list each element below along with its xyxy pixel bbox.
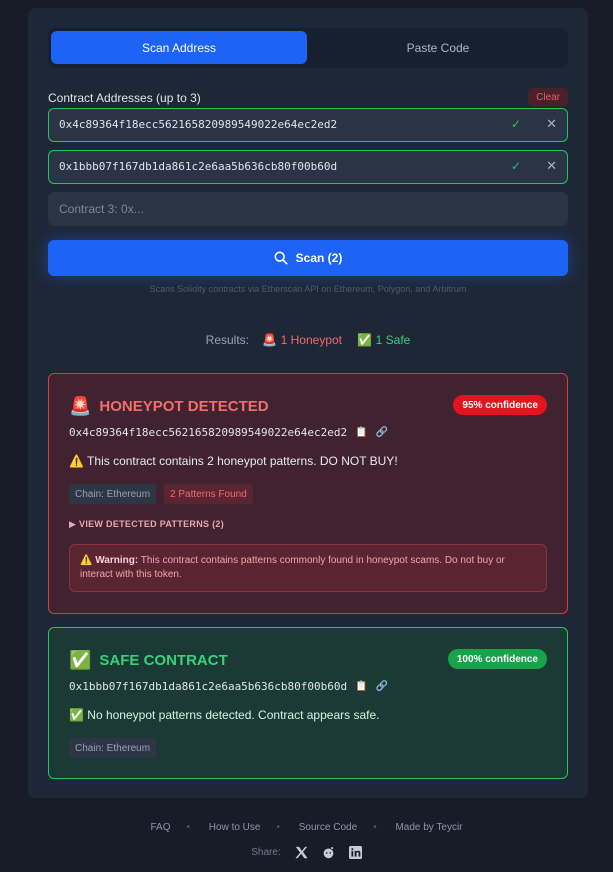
patterns-tag: 2 Patterns Found <box>164 484 253 504</box>
x-twitter-icon[interactable] <box>295 846 308 859</box>
honeypot-count: 🚨 1 Honeypot <box>262 333 343 347</box>
warning-text: This contract contains patterns commonly… <box>80 555 505 580</box>
check-mark-icon: ✅ <box>69 650 92 670</box>
copy-icon[interactable]: 📋 <box>355 427 367 438</box>
contract-address: 0x1bbb07f167db1da861c2e6aa5b636cb80f00b6… <box>69 680 348 693</box>
reddit-icon[interactable] <box>322 846 335 859</box>
view-patterns-toggle[interactable]: ▶ VIEW DETECTED PATTERNS (2) <box>69 519 224 530</box>
link-icon[interactable]: 🔗 <box>376 427 388 438</box>
address-value: 0x4c89364f18ecc562165820989549022e64ec2e… <box>59 118 338 131</box>
addresses-label: Contract Addresses (up to 3) <box>48 91 201 105</box>
warning-box: ⚠️ Warning: This contract contains patte… <box>69 544 547 592</box>
copy-icon[interactable]: 📋 <box>355 681 367 692</box>
contract-address: 0x4c89364f18ecc562165820989549022e64ec2e… <box>69 426 348 439</box>
remove-address-button[interactable]: ✕ <box>546 158 557 174</box>
check-icon: ✓ <box>510 117 521 131</box>
footer-links: FAQ • How to Use • Source Code • Made by Te… <box>150 822 463 833</box>
scanner-panel: Scan Address Paste Code Contract Address… <box>28 8 588 798</box>
chain-tag: Chain: Ethereum <box>69 738 157 758</box>
safe-result-card: ✅ SAFE CONTRACT 100% confidence 0x1bbb07… <box>48 627 568 779</box>
tab-paste-code[interactable]: Paste Code <box>310 31 566 64</box>
footer-link-faq[interactable]: FAQ <box>150 822 170 833</box>
siren-icon: 🚨 <box>69 396 92 416</box>
scan-button[interactable]: Scan (2) <box>48 240 568 276</box>
footer-link-how-to-use[interactable]: How to Use <box>209 822 261 833</box>
safe-count: ✅ 1 Safe <box>357 333 411 347</box>
share-label: Share: <box>251 847 281 858</box>
warning-title: ⚠️ Warning: <box>80 555 139 566</box>
result-title: HONEYPOT DETECTED <box>99 398 269 415</box>
linkedin-icon[interactable] <box>348 846 362 859</box>
address-input-1[interactable]: 0x4c89364f18ecc562165820989549022e64ec2e… <box>48 108 568 142</box>
result-message: ✅ No honeypot patterns detected. Contrac… <box>69 708 380 722</box>
results-summary: Results: 🚨 1 Honeypot ✅ 1 Safe <box>28 333 588 347</box>
clear-button[interactable]: Clear <box>528 88 568 106</box>
link-icon[interactable]: 🔗 <box>376 681 388 692</box>
honeypot-result-card: 🚨 HONEYPOT DETECTED 95% confidence 0x4c8… <box>48 373 568 614</box>
scan-hint: Scans Solidity contracts via Etherscan A… <box>149 284 467 294</box>
remove-address-button[interactable]: ✕ <box>546 116 557 132</box>
address-placeholder: Contract 3: 0x... <box>59 202 144 216</box>
footer-link-author[interactable]: Made by Teycir <box>395 822 462 833</box>
tab-scan-address[interactable]: Scan Address <box>51 31 307 64</box>
address-input-2[interactable]: 0x1bbb07f167db1da861c2e6aa5b636cb80f00b6… <box>48 150 568 184</box>
result-title: SAFE CONTRACT <box>99 652 228 669</box>
check-icon: ✓ <box>510 159 521 173</box>
confidence-badge: 95% confidence <box>453 395 547 415</box>
result-message: ⚠️ This contract contains 2 honeypot pat… <box>69 454 398 468</box>
search-icon <box>274 251 288 265</box>
chain-tag: Chain: Ethereum <box>69 484 157 504</box>
footer-link-source-code[interactable]: Source Code <box>299 822 357 833</box>
address-value: 0x1bbb07f167db1da861c2e6aa5b636cb80f00b6… <box>59 160 338 173</box>
mode-tabs: Scan Address Paste Code <box>48 28 568 68</box>
scan-button-label: Scan (2) <box>295 251 343 265</box>
results-label: Results: <box>205 333 250 347</box>
confidence-badge: 100% confidence <box>447 649 547 669</box>
address-input-3[interactable]: Contract 3: 0x... <box>48 192 568 226</box>
share-bar: Share: <box>0 846 613 859</box>
